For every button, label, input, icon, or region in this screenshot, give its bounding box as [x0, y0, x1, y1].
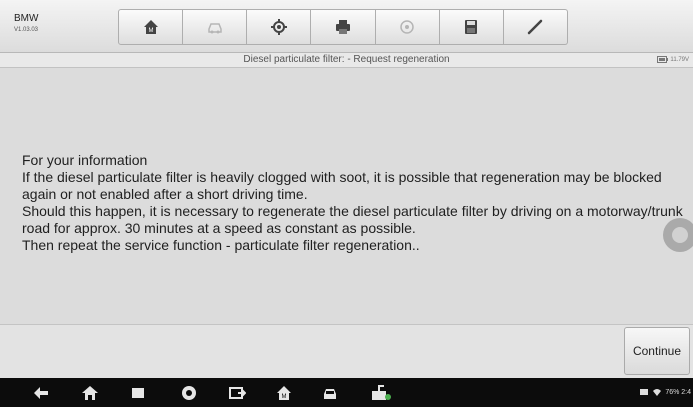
top-bar: BMW V1.03.03 M	[0, 0, 693, 53]
bottom-action-bar: Continue	[0, 324, 693, 379]
maxisys-home-icon: M	[277, 386, 291, 400]
message-line: For your information	[22, 152, 148, 168]
toolbar-help-button[interactable]	[375, 9, 440, 45]
help-icon	[400, 20, 414, 34]
vci-icon	[372, 385, 391, 400]
message-line: Should this happen, it is necessary to r…	[22, 203, 683, 236]
status-text: 76% 2:4	[665, 388, 691, 396]
nav-vci-button[interactable]	[370, 384, 392, 402]
pen-icon	[528, 19, 543, 35]
page-title: Diesel particulate filter: - Request reg…	[243, 54, 450, 65]
toolbar-save-button[interactable]	[439, 9, 504, 45]
toolbar-vehicle-swap-button[interactable]	[183, 9, 248, 45]
nav-back-button[interactable]	[32, 384, 50, 402]
title-bar: Diesel particulate filter: - Request reg…	[0, 53, 693, 68]
svg-text:M: M	[148, 28, 153, 34]
toolbar: M	[118, 9, 568, 45]
save-icon	[465, 20, 478, 34]
android-nav-bar: M 76% 2:4	[0, 378, 693, 407]
home-icon: M	[143, 20, 158, 34]
brand-block: BMW V1.03.03	[14, 13, 39, 34]
vehicle-icon	[324, 389, 336, 399]
battery-icon	[657, 56, 669, 63]
vehicle-swap-icon	[207, 23, 222, 34]
status-area: 76% 2:4	[639, 387, 691, 397]
settings-gear-icon	[270, 19, 287, 35]
nav-browser-button[interactable]	[180, 384, 198, 402]
floating-assistive-button[interactable]	[663, 218, 693, 252]
nav-vehicle-button[interactable]	[321, 384, 339, 402]
brand-name: BMW	[14, 13, 39, 24]
nav-screenshot-button[interactable]	[228, 384, 247, 402]
information-message: For your information If the diesel parti…	[22, 152, 687, 254]
nav-maxisys-home-button[interactable]: M	[275, 384, 293, 402]
home-icon	[82, 386, 98, 400]
content-area: For your information If the diesel parti…	[0, 68, 693, 324]
nav-recent-apps-button[interactable]	[129, 384, 147, 402]
back-icon	[34, 387, 48, 399]
toolbar-print-button[interactable]	[311, 9, 376, 45]
toolbar-settings-button[interactable]	[247, 9, 312, 45]
message-line: If the diesel particulate filter is heav…	[22, 169, 662, 202]
toolbar-home-button[interactable]: M	[118, 9, 184, 45]
battery-voltage-text: 11.79V	[670, 56, 689, 63]
wifi-icon	[653, 389, 662, 396]
battery-voltage: 11.79V	[657, 55, 689, 64]
continue-button[interactable]: Continue	[624, 327, 690, 375]
software-version: V1.03.03	[14, 27, 39, 33]
message-icon	[640, 389, 649, 395]
browser-icon	[182, 386, 196, 400]
toolbar-pen-button[interactable]	[503, 9, 568, 45]
svg-text:M: M	[282, 394, 287, 400]
screenshot-icon	[229, 387, 247, 399]
print-icon	[335, 20, 350, 34]
message-line: Then repeat the service function - parti…	[22, 237, 420, 253]
recent-apps-icon	[132, 388, 144, 398]
nav-home-button[interactable]	[81, 384, 99, 402]
